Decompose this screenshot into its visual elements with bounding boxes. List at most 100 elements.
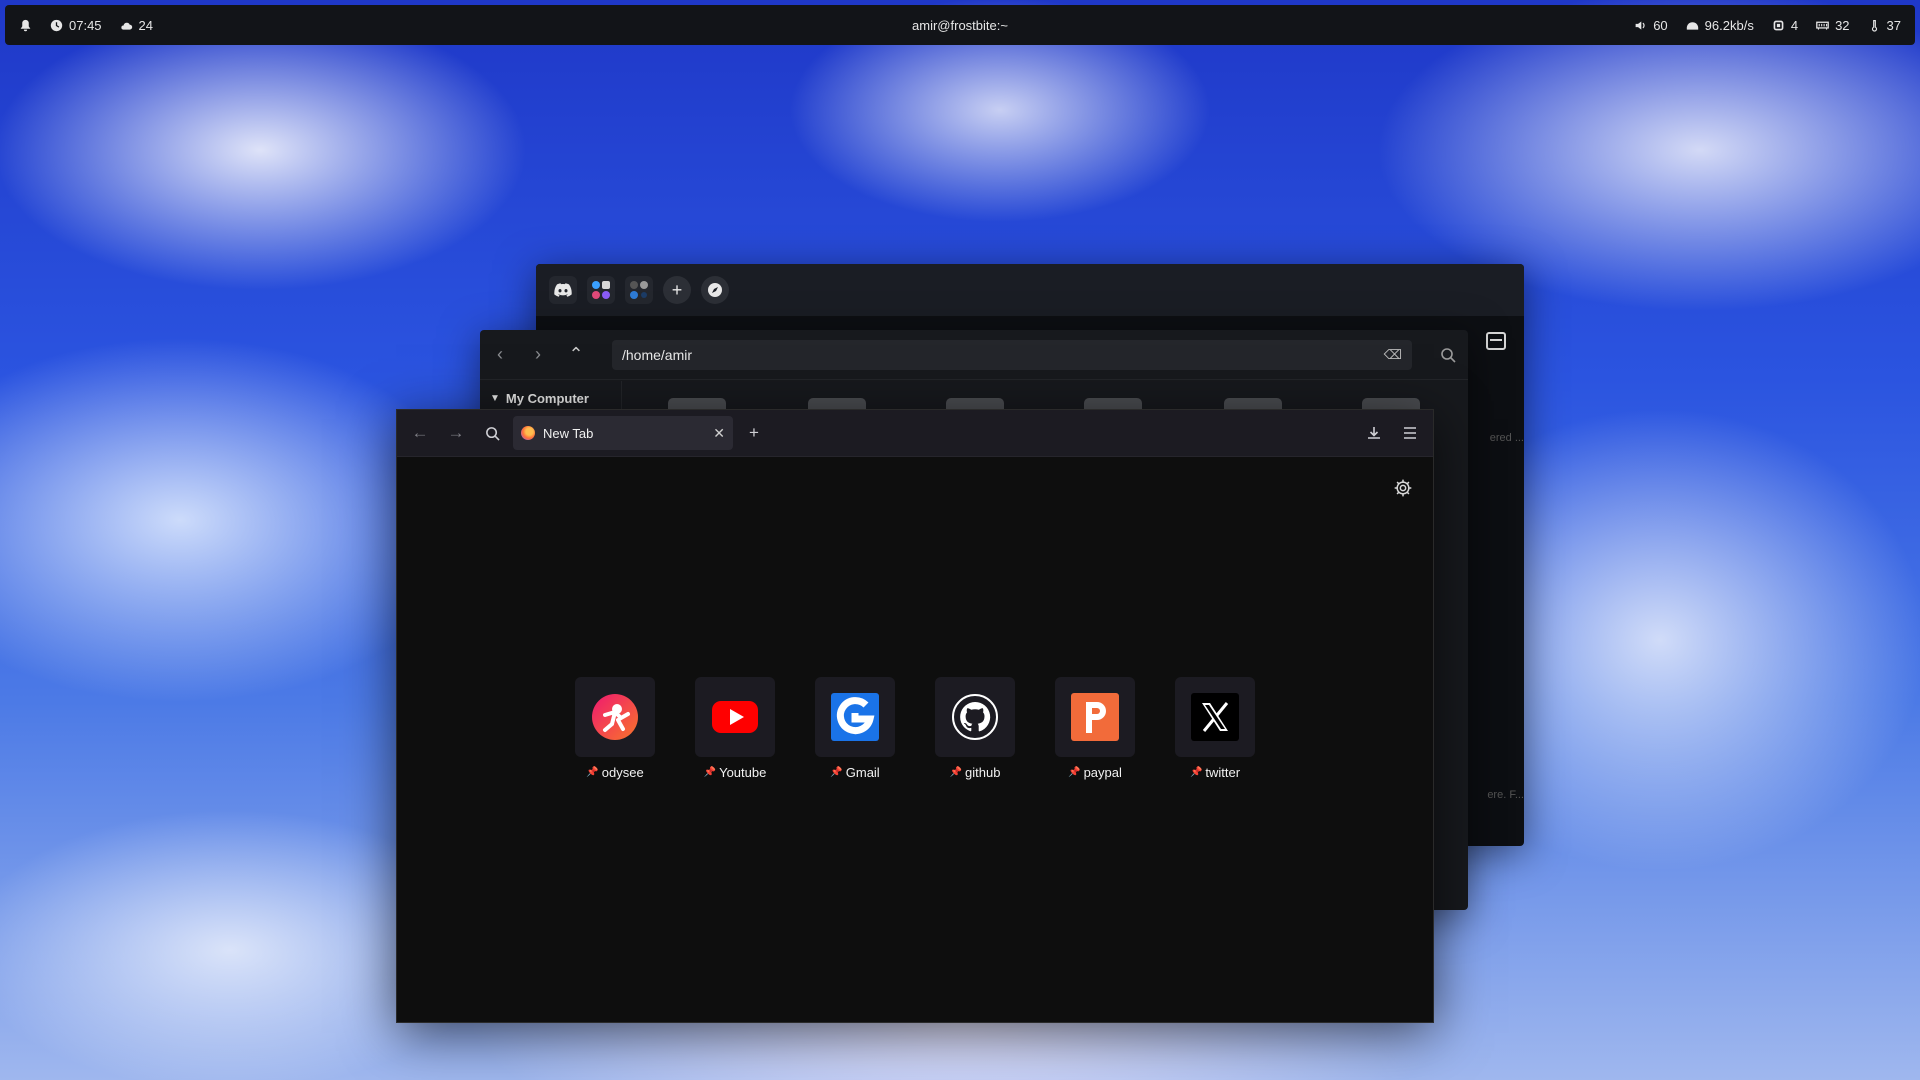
shortcut-github[interactable]: 📌 github [935,677,1015,780]
pin-icon: 📌 [1189,767,1203,778]
clear-location-icon[interactable]: ⌫ [1384,347,1402,363]
shortcut-tile [815,677,895,757]
new-tab-button[interactable]: + [739,418,769,448]
shortcut-name: Gmail [845,765,880,780]
shortcut-youtube[interactable]: 📌 Youtube [695,677,775,780]
chevron-down-icon: ▼ [490,393,500,404]
weather-value: 24 [138,17,154,33]
chevron-left-icon: ‹ [497,344,503,364]
shortcut-name: twitter [1205,765,1241,780]
shortcut-label: 📌 twitter [1190,765,1240,780]
cpu-value: 4 [1790,17,1799,33]
faint-text-1: ered ... [1489,432,1524,444]
weather-widget[interactable]: 24 [120,18,153,33]
browser-toolbar: ← → New Tab ✕ + [397,410,1433,457]
shortcut-tile [1175,677,1255,757]
faint-text-2: ere. F... [1487,789,1524,801]
forward-button[interactable]: → [441,418,471,448]
downloads-button[interactable] [1359,418,1389,448]
network-widget[interactable]: 96.2kb/s [1686,18,1754,33]
discord-icon [554,283,572,297]
shortcut-name: Youtube [719,765,767,780]
back-button[interactable]: ← [405,418,435,448]
chevron-right-icon: › [535,344,541,364]
server-folder-icon [592,281,610,299]
clock-icon [50,19,63,31]
shortcut-name: odysee [601,765,644,780]
memory-icon [1816,21,1829,30]
temperature-value: 37 [1886,17,1901,33]
shortcut-label: 📌 Youtube [704,765,767,780]
shortcut-label: 📌 Gmail [830,765,879,780]
shortcut-tile [1055,677,1135,757]
back-button[interactable]: ‹ [492,344,508,365]
shortcut-name: paypal [1083,765,1122,780]
shortcut-tile [695,677,775,757]
top-sites: 📌 odysee 📌 Youtube 📌 Gmail 📌 github 📌 paypal [575,677,1255,780]
search-icon [485,426,500,441]
x-icon [1191,693,1239,741]
gear-icon[interactable] [1393,478,1413,498]
discord-home-button[interactable] [549,276,577,304]
clock-widget[interactable]: 07:45 [50,18,102,33]
tab-title: New Tab [543,425,594,441]
memory-value: 32 [1835,17,1850,33]
plus-icon: + [671,279,683,300]
menu-button[interactable] [1395,418,1425,448]
location-field[interactable]: /home/amir ⌫ [612,339,1412,370]
top-panel: 07:45 24 amir@frostbite:~ 60 96.2kb/s 4 … [5,5,1915,45]
volume-value: 60 [1653,17,1668,33]
shortcut-twitter[interactable]: 📌 twitter [1175,677,1255,780]
plus-icon: + [749,423,759,442]
thermometer-icon [1871,19,1877,32]
tab-new-tab[interactable]: New Tab ✕ [513,416,733,450]
server-strip: + [536,264,1524,316]
file-manager-toolbar: ‹ › ⌃ /home/amir ⌫ [480,330,1468,380]
volume-icon [1635,20,1645,30]
server-folder-2[interactable] [625,276,653,304]
forward-button[interactable]: › [530,344,546,365]
pin-icon: 📌 [703,767,717,778]
cpu-widget[interactable]: 4 [1772,18,1798,33]
pin-icon: 📌 [586,767,599,778]
shortcut-label: 📌 github [950,765,1001,780]
bell-icon [20,19,31,31]
network-icon [1686,21,1698,30]
notifications-button[interactable] [19,19,32,32]
server-folder-1[interactable] [587,276,615,304]
pin-icon: 📌 [1068,767,1081,778]
paypal-icon [1071,693,1119,741]
shortcut-gmail[interactable]: 📌 Gmail [815,677,895,780]
cloud-icon [120,22,132,30]
gmail-icon [831,693,879,741]
shortcut-paypal[interactable]: 📌 paypal [1055,677,1135,780]
youtube-icon [712,701,758,733]
inbox-icon[interactable] [1486,332,1506,350]
server-folder-icon [630,281,648,299]
shortcut-tile [575,677,655,757]
window-title: amir@frostbite:~ [912,17,1008,33]
shortcut-odysee[interactable]: 📌 odysee [575,677,655,780]
temperature-widget[interactable]: 37 [1868,18,1901,33]
add-server-button[interactable]: + [663,276,691,304]
close-tab-icon[interactable]: ✕ [713,425,725,442]
browser-window[interactable]: ← → New Tab ✕ + 📌 odysee 📌 Youtube 📌 Gma… [396,409,1434,1023]
shortcut-label: 📌 odysee [586,765,643,780]
location-path: /home/amir [622,346,693,363]
explore-servers-button[interactable] [701,276,729,304]
compass-icon [708,283,722,297]
network-value: 96.2kb/s [1704,17,1754,33]
search-icon[interactable] [1440,347,1456,363]
hamburger-menu-icon [1404,427,1416,439]
memory-widget[interactable]: 32 [1816,17,1850,33]
pin-icon: 📌 [949,767,963,778]
search-button[interactable] [477,418,507,448]
cpu-icon [1773,20,1784,30]
shortcut-tile [935,677,1015,757]
parent-folder-button[interactable]: ⌃ [568,344,584,365]
arrow-left-icon: ← [411,423,429,442]
clock-time: 07:45 [69,17,102,33]
arrow-right-icon: → [447,423,465,442]
odysee-icon [592,694,638,740]
volume-widget[interactable]: 60 [1634,17,1668,33]
